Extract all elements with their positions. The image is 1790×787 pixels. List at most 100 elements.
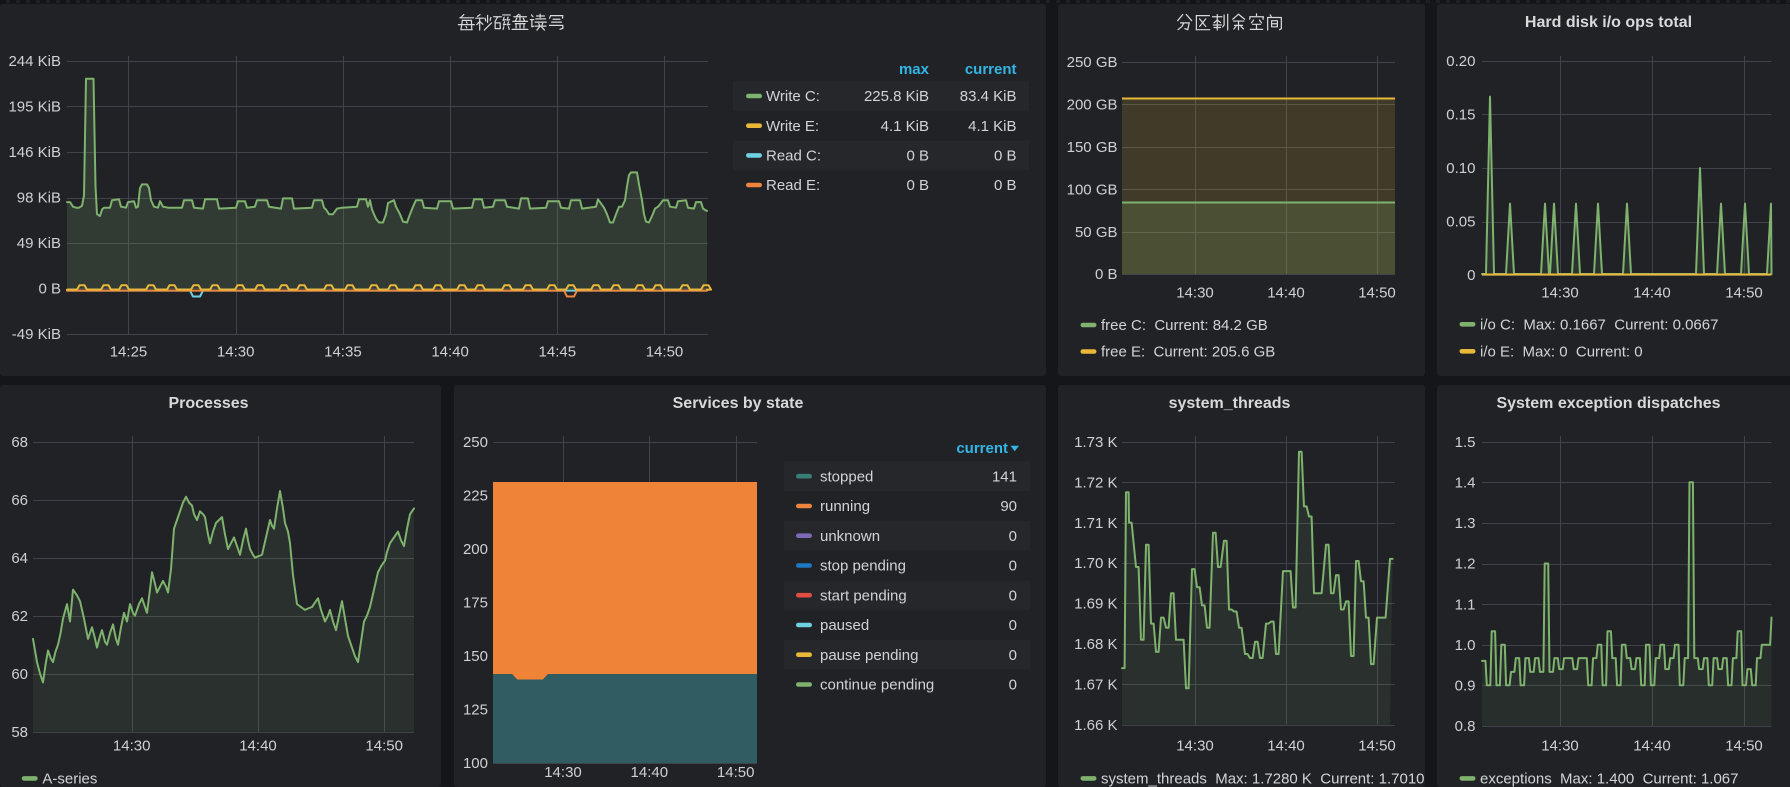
- svg-text:0.9: 0.9: [1455, 678, 1476, 695]
- svg-text:14:40: 14:40: [1633, 738, 1671, 755]
- svg-text:1.66 K: 1.66 K: [1074, 717, 1117, 734]
- svg-text:stopped: stopped: [820, 468, 873, 485]
- svg-text:0 B: 0 B: [38, 281, 61, 298]
- svg-text:146 KiB: 146 KiB: [8, 144, 61, 161]
- svg-text:Read C:: Read C:: [766, 148, 821, 165]
- svg-text:free C: Current: 84.2 GB: free C: Current: 84.2 GB: [1101, 317, 1268, 334]
- svg-text:0 B: 0 B: [906, 148, 929, 165]
- svg-text:14:40: 14:40: [1267, 285, 1305, 302]
- svg-text:58: 58: [11, 724, 28, 741]
- svg-text:14:40: 14:40: [239, 738, 277, 755]
- svg-text:200: 200: [463, 541, 488, 558]
- svg-text:250: 250: [463, 434, 488, 451]
- svg-text:14:50: 14:50: [1358, 285, 1396, 302]
- svg-text:14:25: 14:25: [110, 344, 148, 361]
- svg-text:14:50: 14:50: [1358, 738, 1396, 755]
- svg-text:195 KiB: 195 KiB: [8, 99, 61, 116]
- svg-text:244 KiB: 244 KiB: [8, 53, 61, 70]
- svg-text:14:30: 14:30: [1541, 738, 1579, 755]
- svg-text:150 GB: 150 GB: [1067, 139, 1118, 156]
- svg-text:1.1: 1.1: [1455, 596, 1476, 613]
- svg-text:0: 0: [1467, 267, 1475, 284]
- svg-text:unknown: unknown: [820, 528, 880, 545]
- svg-text:14:50: 14:50: [1725, 285, 1763, 302]
- svg-text:System exception dispatches: System exception dispatches: [1496, 395, 1720, 412]
- svg-text:pause pending: pause pending: [820, 647, 918, 664]
- svg-text:14:40: 14:40: [1633, 285, 1671, 302]
- svg-text:max: max: [899, 61, 930, 78]
- svg-text:0 B: 0 B: [994, 148, 1017, 165]
- svg-text:running: running: [820, 498, 870, 515]
- svg-text:0.8: 0.8: [1455, 718, 1476, 735]
- svg-text:49 KiB: 49 KiB: [17, 235, 61, 252]
- svg-text:1.69 K: 1.69 K: [1074, 596, 1117, 613]
- svg-text:66: 66: [11, 492, 28, 509]
- svg-text:Processes: Processes: [168, 395, 248, 412]
- svg-text:4.1 KiB: 4.1 KiB: [968, 118, 1016, 135]
- svg-text:14:30: 14:30: [544, 764, 582, 781]
- svg-text:0 B: 0 B: [1095, 266, 1118, 283]
- svg-text:0: 0: [1009, 528, 1017, 545]
- svg-text:150: 150: [463, 648, 488, 665]
- svg-text:exceptions Max: 1.400 Curren: exceptions Max: 1.400 Current: 1.067: [1480, 771, 1738, 787]
- svg-text:14:30: 14:30: [1541, 285, 1579, 302]
- svg-text:14:50: 14:50: [365, 738, 403, 755]
- svg-text:14:30: 14:30: [113, 738, 151, 755]
- svg-text:200 GB: 200 GB: [1067, 96, 1118, 113]
- svg-text:1.72 K: 1.72 K: [1074, 474, 1117, 491]
- svg-text:0: 0: [1009, 647, 1017, 664]
- svg-text:141: 141: [992, 468, 1017, 485]
- svg-text:Write E:: Write E:: [766, 118, 819, 135]
- svg-text:14:50: 14:50: [1725, 738, 1763, 755]
- svg-text:14:35: 14:35: [324, 344, 362, 361]
- svg-text:1.68 K: 1.68 K: [1074, 636, 1117, 653]
- svg-text:1.0: 1.0: [1455, 637, 1476, 654]
- svg-text:100: 100: [463, 755, 488, 772]
- svg-text:current: current: [965, 61, 1017, 78]
- svg-text:0 B: 0 B: [994, 177, 1017, 194]
- svg-text:system_threads: system_threads: [1169, 395, 1291, 412]
- svg-text:68: 68: [11, 434, 28, 451]
- svg-text:1.73 K: 1.73 K: [1074, 434, 1117, 451]
- svg-text:free E: Current: 205.6 GB: free E: Current: 205.6 GB: [1101, 344, 1275, 361]
- svg-text:0.05: 0.05: [1446, 214, 1475, 231]
- svg-text:14:40: 14:40: [1267, 738, 1305, 755]
- svg-text:225.8 KiB: 225.8 KiB: [864, 88, 929, 105]
- svg-text:14:40: 14:40: [431, 344, 469, 361]
- svg-text:paused: paused: [820, 617, 869, 634]
- svg-text:62: 62: [11, 608, 28, 625]
- svg-text:Read E:: Read E:: [766, 177, 820, 194]
- svg-text:0: 0: [1009, 558, 1017, 575]
- svg-text:98 KiB: 98 KiB: [17, 190, 61, 207]
- svg-text:1.4: 1.4: [1455, 475, 1476, 492]
- svg-text:90: 90: [1000, 498, 1017, 515]
- svg-text:14:50: 14:50: [717, 764, 755, 781]
- svg-text:1.70 K: 1.70 K: [1074, 555, 1117, 572]
- svg-text:0: 0: [1009, 587, 1017, 604]
- svg-text:0.10: 0.10: [1446, 160, 1475, 177]
- svg-text:start pending: start pending: [820, 587, 907, 604]
- svg-text:-49 KiB: -49 KiB: [12, 326, 61, 343]
- svg-text:175: 175: [463, 595, 488, 612]
- svg-text:250 GB: 250 GB: [1067, 54, 1118, 71]
- svg-text:1.5: 1.5: [1455, 434, 1476, 451]
- svg-text:A-series: A-series: [42, 771, 97, 787]
- svg-text:1.3: 1.3: [1455, 515, 1476, 532]
- svg-text:4.1 KiB: 4.1 KiB: [881, 118, 929, 135]
- svg-text:14:30: 14:30: [1176, 738, 1214, 755]
- svg-text:0: 0: [1009, 617, 1017, 634]
- svg-text:60: 60: [11, 666, 28, 683]
- svg-text:system_threads Max: 1.7280 K: system_threads Max: 1.7280 K Current: 1.…: [1101, 771, 1425, 787]
- svg-text:Hard disk i/o ops total: Hard disk i/o ops total: [1525, 14, 1692, 31]
- svg-text:1.2: 1.2: [1455, 556, 1476, 573]
- svg-text:64: 64: [11, 550, 28, 567]
- svg-text:100 GB: 100 GB: [1067, 181, 1118, 198]
- svg-text:0.20: 0.20: [1446, 53, 1475, 70]
- svg-text:225: 225: [463, 487, 488, 504]
- svg-text:14:30: 14:30: [1176, 285, 1214, 302]
- svg-text:stop pending: stop pending: [820, 558, 906, 575]
- svg-text:14:50: 14:50: [646, 344, 684, 361]
- svg-text:0 B: 0 B: [906, 177, 929, 194]
- svg-text:0: 0: [1009, 677, 1017, 694]
- svg-text:83.4 KiB: 83.4 KiB: [960, 88, 1017, 105]
